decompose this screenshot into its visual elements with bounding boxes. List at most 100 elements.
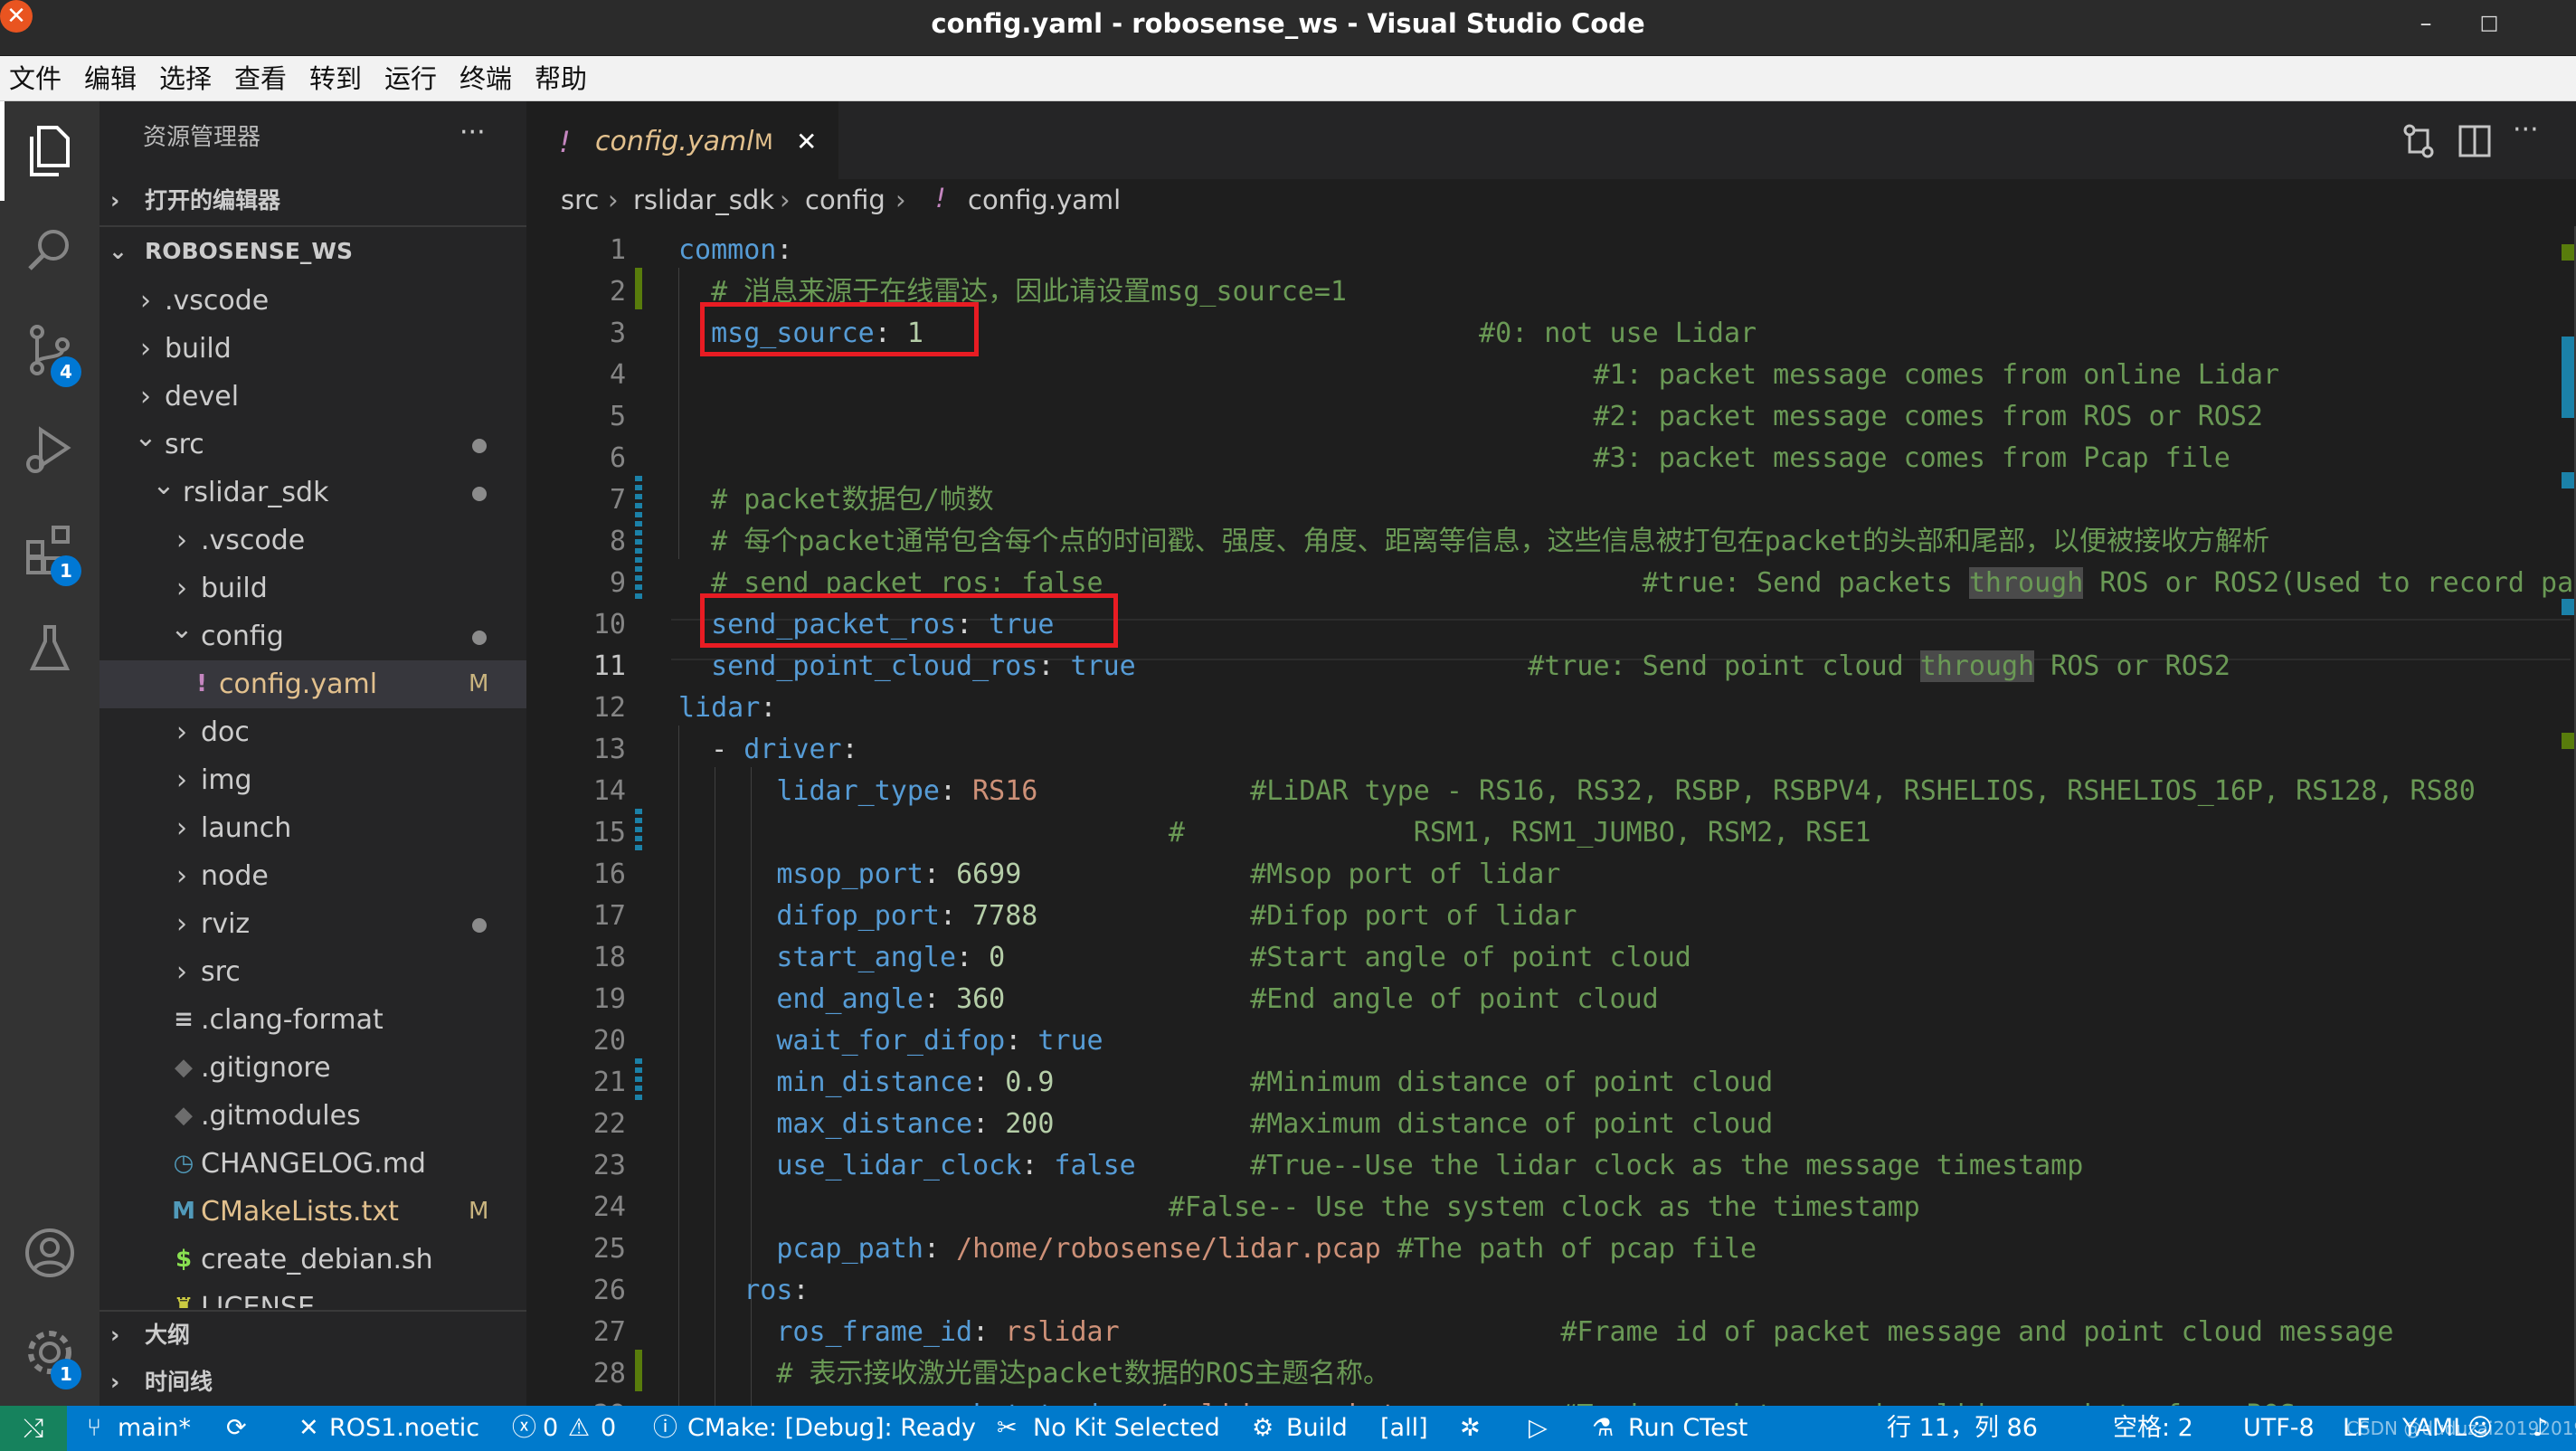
maximize-button[interactable]: □ [2462,0,2516,47]
tree-folder-vscode[interactable]: › .vscode [99,517,526,564]
open-changes-icon[interactable] [2401,123,2437,163]
ros-status[interactable]: ROS1.noetic [329,1406,479,1451]
search-icon[interactable] [0,201,99,300]
tree-folder-launch[interactable]: › launch [99,804,526,852]
line-number: 18 [592,942,626,973]
encoding[interactable]: UTF-8 [2243,1406,2315,1451]
git-modified-mark: M [469,670,489,697]
tree-folder-vscode[interactable]: › .vscode [99,277,526,325]
code-token: RS16 [972,775,1038,807]
outline-section[interactable]: › 大纲 [99,1312,526,1359]
breadcrumb-item[interactable]: rslidar_sdk [633,185,774,215]
line-number: 16 [592,858,626,890]
overview-ruler-mark [2562,244,2574,261]
code-token: #3: packet message comes from Pcap file [1593,442,2230,474]
debug-icon[interactable]: ✲ [1460,1406,1481,1451]
menu-go[interactable]: 转到 [309,56,362,101]
split-editor-icon[interactable] [2457,123,2493,163]
file-type-icon: ◆ [175,1102,193,1129]
tree-folder-doc[interactable]: › doc [99,708,526,756]
menu-selection[interactable]: 选择 [159,56,212,101]
testing-icon[interactable] [0,599,99,698]
tree-folder-devel[interactable]: › devel [99,373,526,421]
tree-file-LICENSE[interactable]: ♜ LICENSE [99,1284,526,1308]
search-match-highlight: through [1919,650,2035,682]
kit-status[interactable]: No Kit Selected [1033,1406,1220,1451]
chevron-right-icon: › [110,187,120,213]
watermark: CSDN @duduzai20192019 [2346,1418,2576,1439]
code-token: common [678,234,777,266]
remote-icon[interactable]: ⤭ [0,1406,67,1451]
ctest-flask-icon: ⚗ [1592,1414,1615,1442]
settings-gear-icon[interactable]: 1 [0,1303,99,1402]
code-token: 200 [1005,1108,1055,1140]
tree-folder-src[interactable]: › src [99,948,526,996]
tree-folder-rslidar-sdk[interactable]: ⌄ rslidar_sdk [99,469,526,517]
explorer-icon[interactable] [0,101,99,201]
run-debug-icon[interactable] [0,400,99,499]
tree-folder-build[interactable]: › build [99,564,526,612]
tree-file-create-debian-sh[interactable]: $ create_debian.sh [99,1236,526,1284]
workspace-section[interactable]: ⌄ ROBOSENSE_WS [99,228,526,275]
build-gear-icon: ⚙ [1252,1414,1274,1442]
code-line: wait_for_difop: true [678,1020,1103,1062]
tab-close-icon[interactable]: ✕ [796,103,817,181]
tab-modified-mark: M [754,129,773,155]
breadcrumb-item[interactable]: config [805,185,886,215]
warning-count[interactable]: 0 [601,1406,616,1451]
error-icon: ⓧ [512,1414,536,1442]
line-number: 4 [609,359,626,391]
build-button[interactable]: Build [1286,1406,1348,1451]
build-target[interactable]: [all] [1380,1406,1428,1451]
minimize-button[interactable]: – [2399,0,2453,47]
run-ctest-button[interactable]: Run CTest [1628,1406,1747,1451]
chevron-right-icon: › [140,285,151,317]
tree-file-CMakeLists-txt[interactable]: M CMakeLists.txt M [99,1188,526,1236]
extensions-icon[interactable]: 1 [0,499,99,599]
code-token: #Start angle of point cloud [1250,942,1691,973]
tree-folder-img[interactable]: › img [99,756,526,804]
tree-folder-build[interactable]: › build [99,325,526,373]
tree-folder-node[interactable]: › node [99,852,526,900]
chevron-right-icon: › [110,1369,120,1395]
run-icon[interactable]: ▷ [1529,1406,1548,1451]
tree-folder-config[interactable]: ⌄ config [99,612,526,660]
menu-view[interactable]: 查看 [234,56,287,101]
account-icon[interactable] [0,1203,99,1303]
highlight-box-send-packet-ros [700,593,1118,648]
code-editor[interactable]: 1 common: 2 # 消息来源于在线雷达，因此请设置msg_source=1 3… [526,226,2576,1406]
cmake-status[interactable]: CMake: [Debug]: Ready [687,1406,976,1451]
branch-status[interactable]: main* [118,1406,191,1451]
source-control-icon[interactable]: 4 [0,300,99,400]
menu-run[interactable]: 运行 [384,56,437,101]
breadcrumb: src › rslidar_sdk › config › ! config.ya… [526,179,2576,226]
tree-file-gitmodules[interactable]: ◆ .gitmodules [99,1092,526,1140]
open-editors-section[interactable]: › 打开的编辑器 [99,177,526,224]
error-count[interactable]: 0 [543,1406,558,1451]
editor-more-icon[interactable]: ··· [2513,114,2539,146]
breadcrumb-item[interactable]: src [561,185,599,215]
menu-edit[interactable]: 编辑 [84,56,137,101]
tab-config-yaml[interactable]: ! config.yaml M ✕ [526,101,838,179]
tree-file-gitignore[interactable]: ◆ .gitignore [99,1044,526,1092]
menu-file[interactable]: 文件 [9,56,62,101]
code-token: #0: not use Lidar [1479,318,1757,349]
tree-file-CHANGELOG-md[interactable]: ◷ CHANGELOG.md [99,1140,526,1188]
tree-item-label: rslidar_sdk [183,477,329,508]
menu-help[interactable]: 帮助 [535,56,587,101]
breadcrumb-item[interactable]: config.yaml [968,185,1121,215]
code-token: wait_for_difop [678,1025,1006,1057]
code-lines: 1 common: 2 # 消息来源于在线雷达，因此请设置msg_source=1 3… [526,226,2576,1406]
menu-terminal[interactable]: 终端 [459,56,512,101]
code-line: #1: packet message comes from online Lid… [678,355,2279,396]
cursor-position[interactable]: 行 11，列 86 [1887,1406,2038,1451]
explorer-more-button[interactable]: ··· [459,101,486,174]
tree-folder-rviz[interactable]: › rviz [99,900,526,948]
tree-file-clang-format[interactable]: ≡ .clang-format [99,996,526,1044]
tree-file-config-yaml[interactable]: ! config.yaml M [99,660,526,708]
sync-icon[interactable]: ⟳ [226,1406,247,1451]
timeline-section[interactable]: › 时间线 [99,1359,526,1406]
indentation[interactable]: 空格: 2 [2113,1406,2193,1451]
